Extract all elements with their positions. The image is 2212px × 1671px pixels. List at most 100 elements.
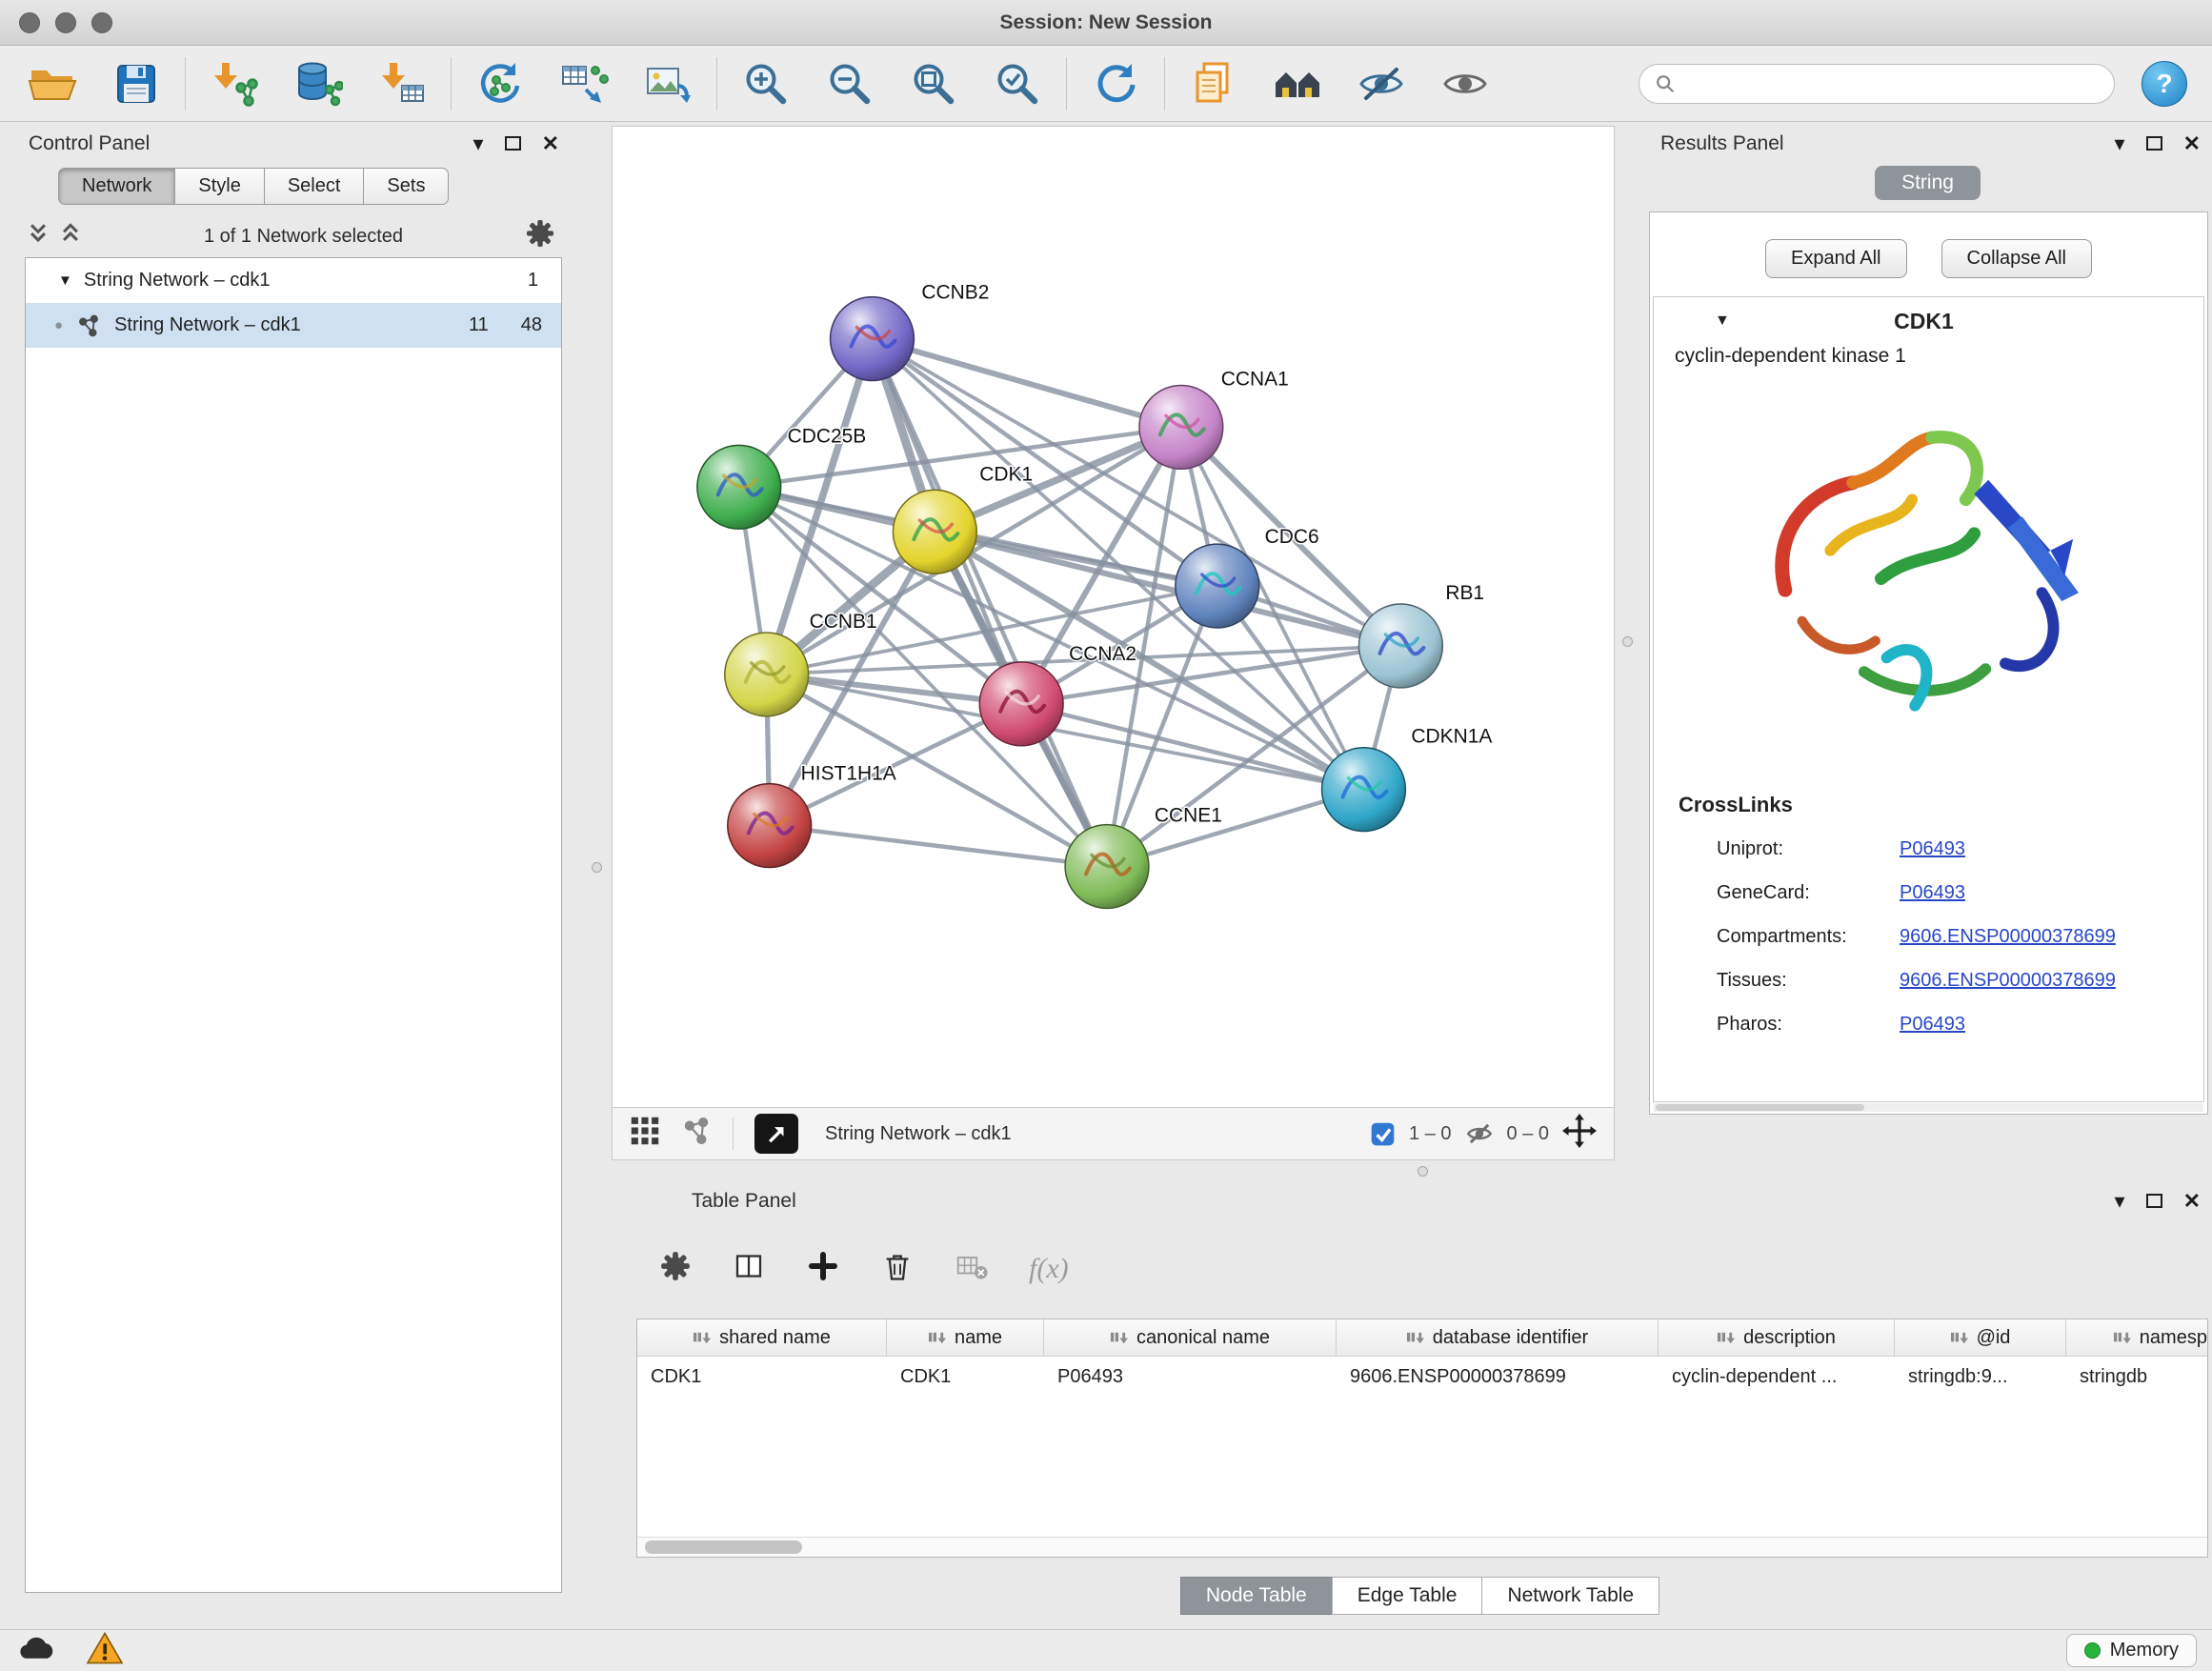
- tab-select[interactable]: Select: [264, 168, 365, 205]
- hide-selected-button[interactable]: [1354, 53, 1409, 114]
- table-row[interactable]: CDK1 CDK1 P06493 9606.ENSP00000378699 cy…: [637, 1357, 2207, 1397]
- open-session-button[interactable]: [25, 53, 80, 114]
- expand-triangle-icon[interactable]: ▼: [58, 272, 72, 289]
- table-panel-float-button[interactable]: [2146, 1191, 2162, 1212]
- delete-table-button[interactable]: [955, 1249, 989, 1289]
- search-input[interactable]: [1685, 72, 2099, 94]
- cell-description[interactable]: cyclin-dependent ...: [1659, 1357, 1895, 1397]
- collapse-all-tree-button[interactable]: [27, 221, 50, 252]
- results-panel-close-button[interactable]: ✕: [2183, 133, 2201, 154]
- search-box[interactable]: [1639, 64, 2115, 104]
- help-button[interactable]: ?: [2142, 61, 2187, 107]
- control-panel-float-button[interactable]: [505, 133, 521, 154]
- cell-canonical-name[interactable]: P06493: [1044, 1357, 1337, 1397]
- grid-view-button[interactable]: [630, 1116, 660, 1152]
- graph-node-ccnb2[interactable]: [831, 297, 915, 381]
- new-network-from-table-button[interactable]: [556, 53, 612, 114]
- protein-section-header[interactable]: ▼ CDK1: [1654, 297, 2203, 345]
- splitter-handle[interactable]: [592, 862, 602, 873]
- tab-network-table[interactable]: Network Table: [1481, 1577, 1659, 1615]
- network-graph[interactable]: CCNB2CCNA1CDC25BCDK1CDC6RB1CCNB1CCNA2CDK…: [613, 127, 1614, 1107]
- cell-shared-name[interactable]: CDK1: [637, 1357, 887, 1397]
- graph-node-ccna2[interactable]: [979, 662, 1063, 746]
- crosslink-link[interactable]: P06493: [1900, 1014, 1965, 1036]
- zoom-fit-button[interactable]: [906, 53, 961, 114]
- tab-edge-table[interactable]: Edge Table: [1332, 1577, 1483, 1615]
- graph-node-rb1[interactable]: [1358, 604, 1442, 688]
- zoom-in-button[interactable]: [738, 53, 794, 114]
- function-builder-button[interactable]: f(x): [1029, 1253, 1069, 1285]
- show-columns-button[interactable]: [732, 1249, 766, 1289]
- graph-node-cdc25b[interactable]: [697, 445, 781, 529]
- zoom-selected-button[interactable]: [990, 53, 1045, 114]
- network-row-selected[interactable]: ● String Network – cdk1 11 48: [26, 303, 561, 348]
- graph-node-cdk1[interactable]: [893, 490, 976, 574]
- export-image-button[interactable]: [640, 53, 695, 114]
- network-collection-row[interactable]: ▼ String Network – cdk1 1: [26, 258, 561, 303]
- cell-namespace[interactable]: stringdb: [2066, 1357, 2208, 1397]
- column-header-id[interactable]: @id: [1895, 1319, 2066, 1356]
- crosslink-link[interactable]: P06493: [1900, 882, 1965, 904]
- warnings-button[interactable]: [86, 1631, 124, 1671]
- birds-eye-view-button[interactable]: [754, 1114, 798, 1154]
- tab-network[interactable]: Network: [58, 168, 175, 205]
- column-header-database-identifier[interactable]: database identifier: [1337, 1319, 1659, 1356]
- cell-name[interactable]: CDK1: [887, 1357, 1044, 1397]
- expand-all-tree-button[interactable]: [59, 221, 82, 252]
- cloud-status-button[interactable]: [15, 1631, 57, 1671]
- table-panel-collapse-button[interactable]: ▾: [2115, 1191, 2125, 1212]
- column-header-description[interactable]: description: [1659, 1319, 1895, 1356]
- graph-node-ccnb1[interactable]: [725, 633, 809, 716]
- fit-content-button[interactable]: [1562, 1114, 1597, 1154]
- copy-document-button[interactable]: [1186, 53, 1241, 114]
- delete-column-button[interactable]: [880, 1249, 915, 1289]
- table-panel-close-button[interactable]: ✕: [2183, 1191, 2201, 1212]
- tab-sets[interactable]: Sets: [363, 168, 449, 205]
- crosslink-link[interactable]: P06493: [1900, 838, 1965, 860]
- crosslink-link[interactable]: 9606.ENSP00000378699: [1900, 926, 2116, 948]
- column-header-shared-name[interactable]: shared name: [637, 1319, 887, 1356]
- zoom-window-button[interactable]: [91, 12, 112, 33]
- network-overview-button[interactable]: [681, 1116, 712, 1152]
- results-panel-collapse-button[interactable]: ▾: [2115, 133, 2125, 154]
- collapse-triangle-icon[interactable]: ▼: [1715, 312, 1730, 330]
- tab-style[interactable]: Style: [174, 168, 264, 205]
- close-window-button[interactable]: [19, 12, 40, 33]
- graph-node-ccna1[interactable]: [1139, 385, 1223, 469]
- new-network-button[interactable]: [473, 53, 528, 114]
- import-network-from-database-button[interactable]: [291, 53, 346, 114]
- create-column-button[interactable]: [806, 1249, 840, 1289]
- graph-edges[interactable]: [739, 339, 1401, 867]
- expand-all-button[interactable]: Expand All: [1765, 239, 1907, 278]
- results-horizontal-scrollbar[interactable]: [1654, 1103, 2203, 1112]
- import-table-from-file-button[interactable]: [374, 53, 430, 114]
- import-network-from-file-button[interactable]: [207, 53, 262, 114]
- results-panel-float-button[interactable]: [2146, 133, 2162, 154]
- column-header-canonical-name[interactable]: canonical name: [1044, 1319, 1337, 1356]
- tab-node-table[interactable]: Node Table: [1180, 1577, 1333, 1615]
- table-horizontal-scrollbar[interactable]: [637, 1537, 2207, 1557]
- network-options-gear-button[interactable]: [525, 218, 555, 254]
- memory-button[interactable]: Memory: [2066, 1634, 2197, 1667]
- cell-id[interactable]: stringdb:9...: [1895, 1357, 2066, 1397]
- table-options-gear-button[interactable]: [659, 1250, 692, 1288]
- cell-database-identifier[interactable]: 9606.ENSP00000378699: [1337, 1357, 1659, 1397]
- show-all-button[interactable]: [1438, 53, 1493, 114]
- scrollbar-thumb[interactable]: [645, 1540, 802, 1554]
- splitter-handle[interactable]: [1622, 636, 1633, 647]
- string-results-tab[interactable]: String: [1875, 166, 1981, 200]
- first-neighbors-button[interactable]: [1270, 53, 1325, 114]
- minimize-window-button[interactable]: [55, 12, 76, 33]
- crosslink-link[interactable]: 9606.ENSP00000378699: [1900, 970, 2116, 992]
- splitter-handle[interactable]: [1418, 1166, 1428, 1177]
- apply-layout-button[interactable]: [1088, 53, 1143, 114]
- graph-node-ccne1[interactable]: [1065, 825, 1149, 909]
- column-header-namespace[interactable]: namespace: [2066, 1319, 2208, 1356]
- zoom-out-button[interactable]: [822, 53, 877, 114]
- save-session-button[interactable]: [109, 53, 164, 114]
- graph-node-cdkn1a[interactable]: [1322, 748, 1406, 832]
- graph-node-cdc6[interactable]: [1176, 544, 1259, 628]
- control-panel-close-button[interactable]: ✕: [542, 133, 559, 154]
- network-canvas[interactable]: CCNB2CCNA1CDC25BCDK1CDC6RB1CCNB1CCNA2CDK…: [613, 127, 1614, 1107]
- graph-node-hist1h1a[interactable]: [728, 784, 812, 868]
